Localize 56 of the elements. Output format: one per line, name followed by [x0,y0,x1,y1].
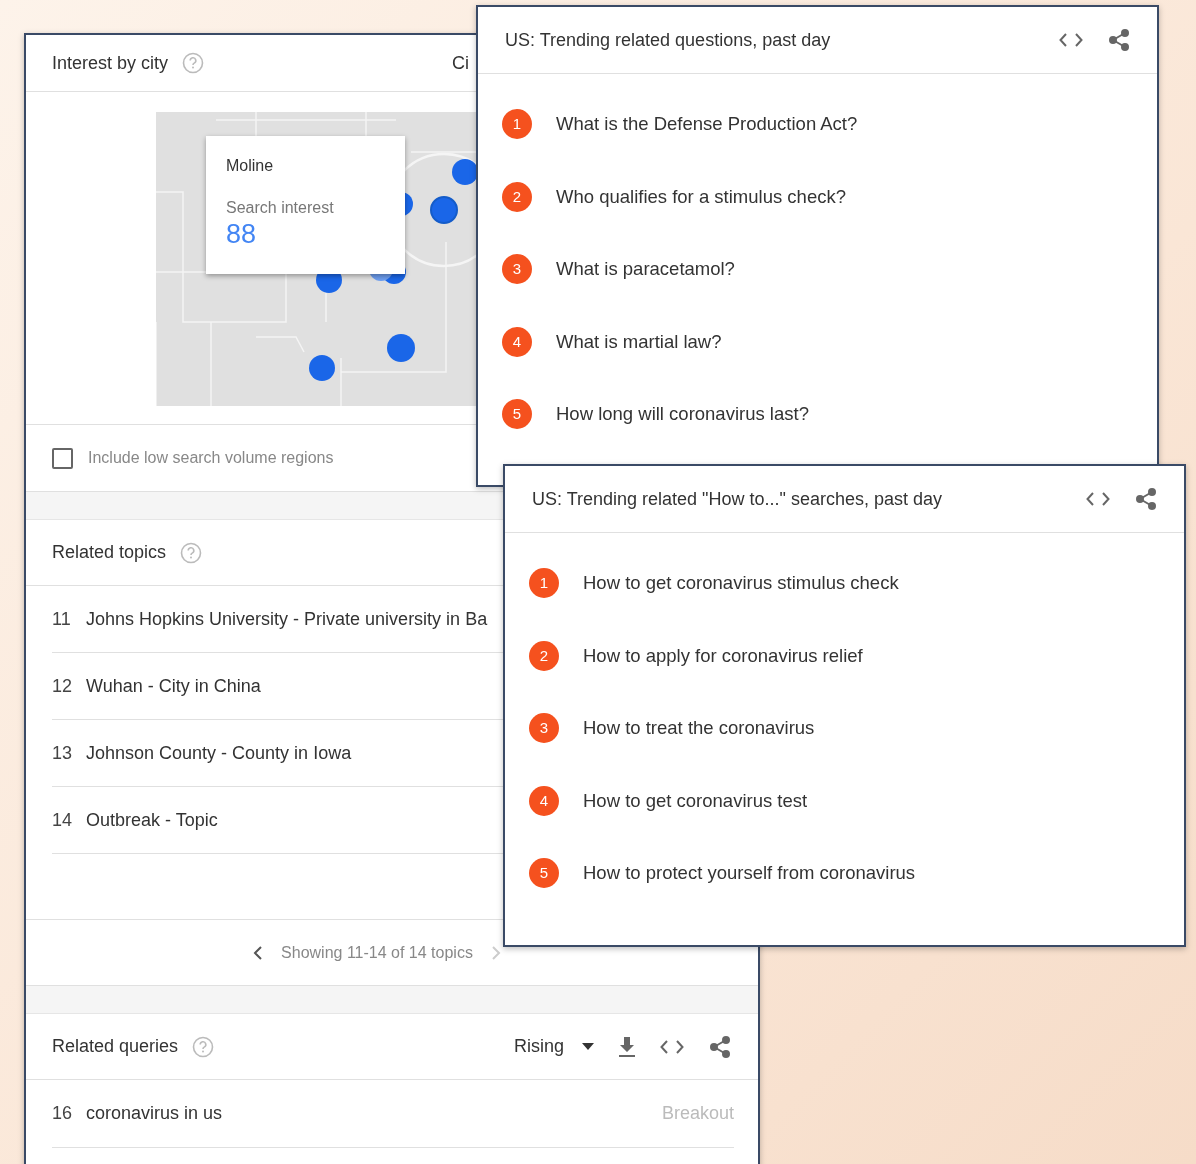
question-link[interactable]: How long will coronavirus last? [556,400,809,429]
rank-badge: 2 [502,181,532,212]
topic-link[interactable]: Johnson County - County in Iowa [86,739,352,767]
rank-badge: 3 [529,713,559,744]
question-link[interactable]: How to get coronavirus test [583,786,808,815]
card-title: US: Trending related questions, past day [505,28,831,52]
rank-badge: 5 [529,858,559,889]
question-link[interactable]: How to apply for coronavirus relief [583,641,863,670]
topic-link[interactable]: Outbreak - Topic [86,806,218,834]
download-icon[interactable] [618,1035,636,1058]
rank-badge: 1 [502,109,532,140]
question-link[interactable]: How to protect yourself from coronavirus [583,859,916,888]
query-link[interactable]: coronavirus in us [86,1100,223,1127]
question-link[interactable]: How to treat the coronavirus [583,714,815,743]
rank-badge: 4 [529,785,559,816]
rank-number: 14 [52,808,74,832]
rank-badge: 1 [529,568,559,599]
help-icon [180,541,203,564]
caret-icon [582,1043,594,1050]
topic-link[interactable]: Johns Hopkins University - Private university in Ba [86,605,488,633]
question-link[interactable]: What is paracetamol? [556,255,735,284]
chevron-left-icon[interactable] [253,944,264,961]
pagination-status: Showing 11-14 of 14 topics [281,942,473,963]
embed-icon[interactable] [1086,491,1110,507]
embed-icon[interactable] [660,1038,684,1055]
rank-badge: 2 [529,640,559,671]
rank-number: 16 [52,1102,74,1125]
filter-dropdown[interactable]: Rising [513,1033,594,1060]
interest-value: 88 [226,220,258,250]
share-icon[interactable] [708,1034,732,1059]
rank-number: 13 [52,741,74,765]
checkbox[interactable] [52,447,73,469]
rank-badge: 5 [502,399,532,430]
question-link[interactable]: What is the Defense Production Act? [556,110,858,139]
question-link[interactable]: How to get coronavirus stimulus check [583,569,899,598]
help-icon [182,52,205,74]
question-link[interactable]: What is martial law? [556,327,722,356]
embed-icon[interactable] [1059,32,1083,48]
rank-number: 11 [52,607,72,631]
checkbox-label: Include low search volume regions [88,448,334,468]
rank-badge: 4 [502,326,532,357]
tooltip-label: Search interest [226,198,335,218]
section-title: Related queries [52,1035,179,1058]
help-icon [192,1035,215,1058]
question-link[interactable]: Who qualifies for a stimulus check? [556,182,846,211]
city-name: Moline [226,156,275,176]
query-value: Breakout [661,1102,734,1125]
share-icon[interactable] [1134,487,1158,511]
rank-badge: 3 [502,254,532,285]
topic-link[interactable]: Wuhan - City in China [86,672,261,700]
tab-label[interactable]: Ci [452,49,470,77]
share-icon[interactable] [1107,28,1131,52]
card-title: US: Trending related "How to..." searches, past day [532,487,942,511]
rank-number: 12 [52,674,74,698]
section-title: Interest by city [52,51,169,75]
section-title: Related topics [52,541,167,564]
